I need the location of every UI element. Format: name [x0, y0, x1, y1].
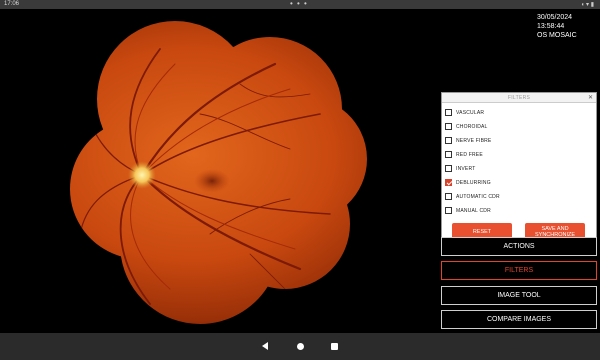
filter-option-red-free[interactable]: RED FREE [445, 150, 483, 159]
filters-button[interactable]: FILTERS [441, 261, 597, 280]
recent-apps-icon[interactable] [331, 343, 338, 350]
filter-option-deblurring[interactable]: DEBLURRING [445, 178, 491, 187]
image-tool-button-label: IMAGE TOOL [497, 292, 541, 299]
status-bar: 17:06 • • • ◖ ▾ ▮ [0, 0, 600, 9]
back-icon[interactable] [262, 342, 268, 350]
reset-button-label: RESET [472, 229, 492, 235]
viewer-area: 30/05/2024 13:58:44 OS MOSAIC FILTERS ✕ … [0, 9, 600, 333]
checkbox-checked[interactable] [445, 179, 452, 186]
checkbox[interactable] [445, 193, 452, 200]
compare-images-button-label: COMPARE IMAGES [486, 316, 552, 323]
checkbox[interactable] [445, 123, 452, 130]
filter-label: RED FREE [456, 151, 483, 158]
filter-option-nerve-fibre[interactable]: NERVE FIBRE [445, 136, 491, 145]
filter-option-invert[interactable]: INVERT [445, 164, 475, 173]
fundus-mosaic-image[interactable] [0, 9, 430, 333]
filter-label: DEBLURRING [456, 179, 491, 186]
filter-option-manual-cdr[interactable]: MANUAL CDR [445, 206, 491, 215]
filter-label: CHOROIDAL [456, 123, 488, 130]
status-time: 17:06 [4, 1, 20, 7]
filter-label: NERVE FIBRE [456, 137, 492, 144]
filter-label: MANUAL CDR [456, 207, 491, 214]
image-eye-view: OS MOSAIC [537, 32, 577, 39]
filter-option-vascular[interactable]: VASCULAR [445, 108, 484, 117]
image-info: 30/05/2024 13:58:44 OS MOSAIC [537, 13, 600, 40]
image-tool-button[interactable]: IMAGE TOOL [441, 286, 597, 305]
home-icon[interactable] [297, 343, 304, 350]
checkbox[interactable] [445, 151, 452, 158]
filter-label: AUTOMATIC CDR [456, 193, 500, 200]
actions-button-label: ACTIONS [503, 243, 535, 250]
close-icon[interactable]: ✕ [588, 93, 593, 103]
checkbox[interactable] [445, 207, 452, 214]
checkbox[interactable] [445, 109, 452, 116]
filter-label: VASCULAR [456, 109, 485, 116]
status-dots: • • • [290, 0, 308, 8]
filters-panel-title: FILTERS [507, 95, 531, 101]
filter-option-automatic-cdr[interactable]: AUTOMATIC CDR [445, 192, 500, 201]
checkbox[interactable] [445, 165, 452, 172]
filters-panel-header: FILTERS ✕ [442, 93, 596, 103]
status-icons: ◖ ▾ ▮ [580, 2, 594, 8]
filters-button-label: FILTERS [504, 267, 534, 274]
filter-option-choroidal[interactable]: CHOROIDAL [445, 122, 488, 131]
navigation-bar [0, 333, 600, 360]
image-datetime: 30/05/2024 13:58:44 [537, 14, 573, 30]
checkbox[interactable] [445, 137, 452, 144]
filters-panel: FILTERS ✕ VASCULAR CHOROIDAL NERVE FIBRE… [441, 92, 597, 242]
actions-button[interactable]: ACTIONS [441, 237, 597, 256]
compare-images-button[interactable]: COMPARE IMAGES [441, 310, 597, 329]
filter-label: INVERT [456, 165, 476, 172]
